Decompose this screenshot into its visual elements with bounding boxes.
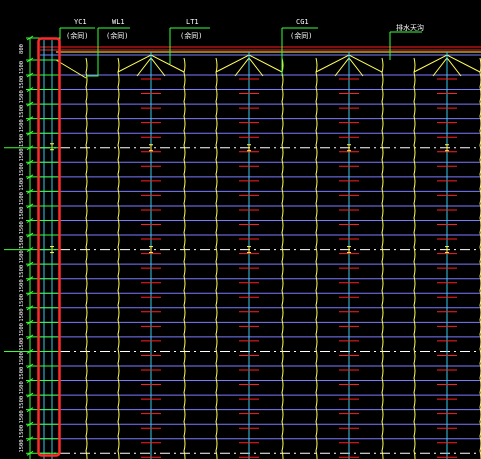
dimension-label: 1500 [19, 381, 25, 394]
dimension-label: 1500 [19, 221, 25, 234]
dimension-label: 1500 [19, 352, 25, 365]
dimension-label: 1500 [19, 323, 25, 336]
dimension-label: 1500 [19, 119, 25, 132]
dimension-label: 1500 [19, 207, 25, 220]
dimension-label: 1500 [19, 178, 25, 191]
dimension-label: 1500 [19, 308, 25, 321]
dimension-label: 1500 [19, 425, 25, 438]
dimension-label: 1500 [19, 367, 25, 380]
label-gutter-text: 排水天沟 [396, 23, 424, 32]
dimension-label: 1500 [19, 279, 25, 292]
dimension-label: 1500 [19, 236, 25, 249]
label-lt1-sub: (余同) [180, 31, 202, 40]
dimension-label: 1500 [19, 148, 25, 161]
label-cg1-sub: (余同) [290, 31, 312, 40]
dimension-label: 1500 [19, 163, 25, 176]
label-yc1-code: YC1 [74, 18, 87, 26]
dimension-label: 1500 [19, 76, 25, 89]
label-wl1-sub: (余同) [106, 31, 128, 40]
label-yc1-sub: (余同) [66, 31, 88, 40]
dimension-label: 1500 [19, 61, 25, 74]
dimension-label: 1500 [19, 250, 25, 263]
label-cg1-code: CG1 [296, 18, 309, 26]
dimension-label: 1500 [19, 134, 25, 147]
cad-drawing-canvas: 8001500150015001500150015001500150015001… [0, 0, 481, 459]
dimension-label: 1500 [19, 410, 25, 423]
dimension-label: 1500 [19, 439, 25, 452]
dimension-label: 800 [19, 44, 25, 54]
dimension-label: 1500 [19, 90, 25, 103]
dimension-label: 1500 [19, 105, 25, 118]
dimension-label: 1500 [19, 265, 25, 278]
dimension-label: 1500 [19, 338, 25, 351]
label-lt1-code: LT1 [186, 18, 199, 26]
label-wl1-code: WL1 [112, 18, 125, 26]
dimension-label: 1500 [19, 396, 25, 409]
dimension-label: 1500 [19, 294, 25, 307]
dimension-label: 1500 [19, 192, 25, 205]
